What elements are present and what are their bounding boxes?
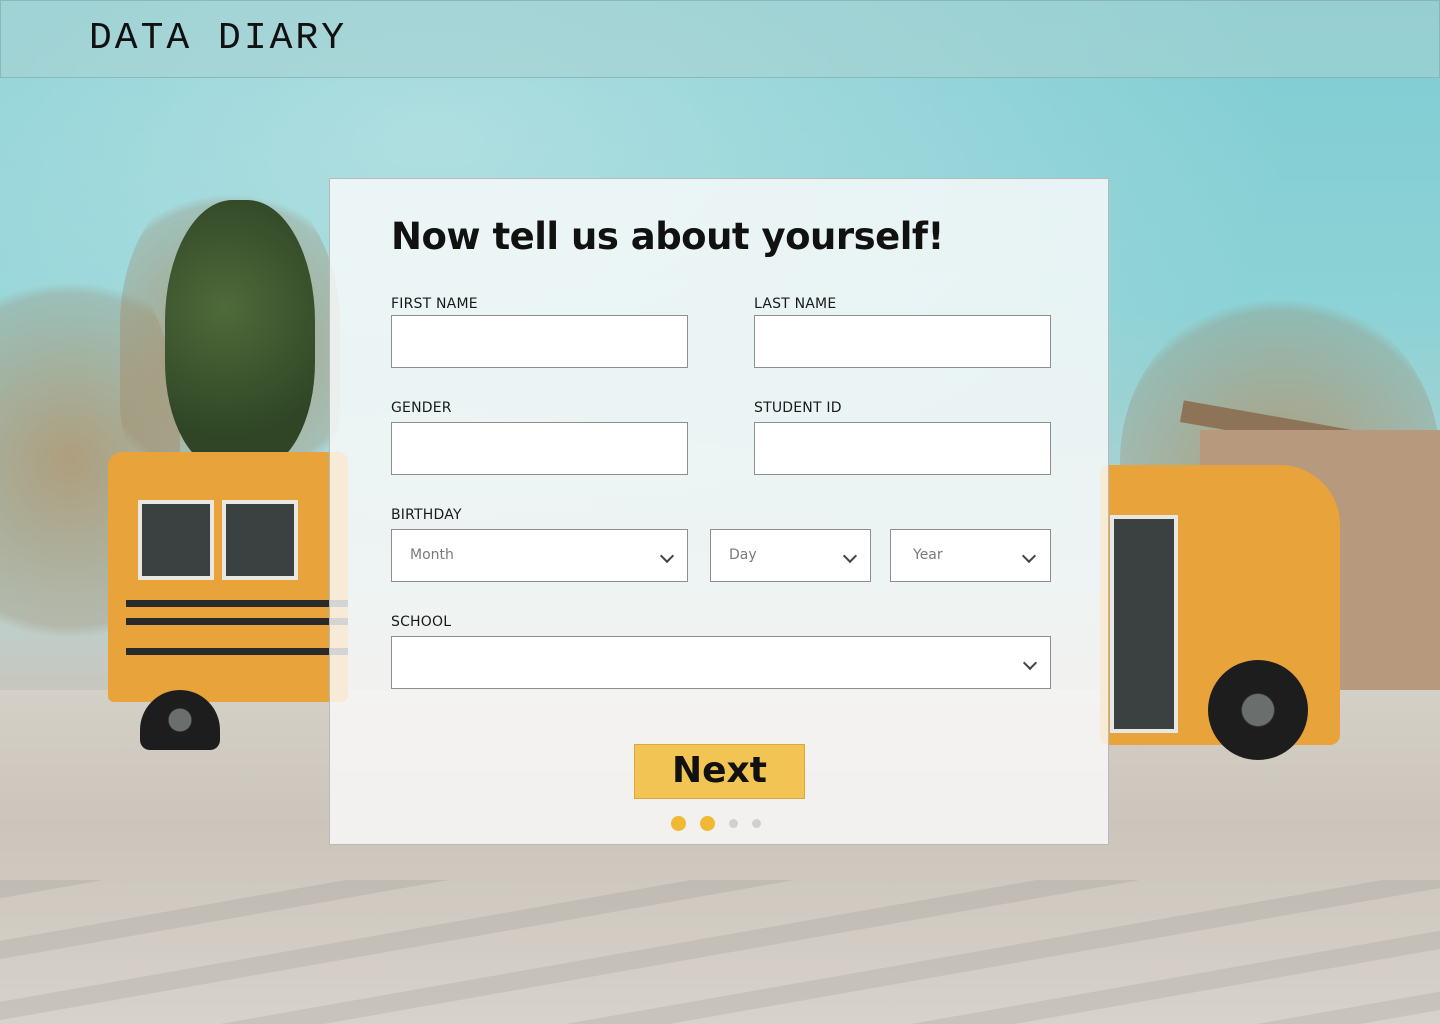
progress-dot-4 — [752, 819, 761, 828]
chevron-down-icon — [842, 548, 858, 564]
first-name-label: FIRST NAME — [391, 296, 478, 312]
progress-dot-3 — [729, 819, 738, 828]
school-select[interactable] — [391, 636, 1051, 689]
birthday-label: BIRTHDAY — [391, 507, 462, 523]
background-photo: DATA DIARY Now tell us about yourself! F… — [0, 0, 1440, 1024]
last-name-label: LAST NAME — [754, 296, 837, 312]
gender-input[interactable] — [391, 422, 688, 475]
progress-dot-2 — [700, 816, 715, 831]
bus-stripe — [126, 618, 348, 625]
bus-stripe — [126, 600, 348, 607]
first-name-input[interactable] — [391, 315, 688, 368]
month-placeholder: Month — [410, 547, 454, 563]
bus-door — [1110, 515, 1178, 733]
birthday-month-select[interactable]: Month — [391, 529, 688, 582]
birthday-day-select[interactable]: Day — [710, 529, 871, 582]
gender-label: GENDER — [391, 400, 452, 416]
day-placeholder: Day — [729, 547, 757, 563]
chevron-down-icon — [1022, 655, 1038, 671]
chevron-down-icon — [659, 548, 675, 564]
progress-dot-1 — [671, 816, 686, 831]
profile-form-card: Now tell us about yourself! FIRST NAME L… — [329, 178, 1109, 845]
chevron-down-icon — [1021, 548, 1037, 564]
brand-logo[interactable]: DATA DIARY — [89, 17, 347, 60]
top-bar: DATA DIARY — [0, 0, 1440, 78]
year-placeholder: Year — [913, 547, 943, 563]
next-button[interactable]: Next — [634, 744, 805, 799]
student-id-label: STUDENT ID — [754, 400, 842, 416]
bus-window — [138, 500, 214, 580]
last-name-input[interactable] — [754, 315, 1051, 368]
student-id-input[interactable] — [754, 422, 1051, 475]
pine-tree — [165, 200, 315, 470]
form-heading: Now tell us about yourself! — [391, 215, 944, 258]
bus-wheel — [1208, 660, 1308, 760]
bus-stripe — [126, 648, 348, 655]
school-label: SCHOOL — [391, 614, 452, 630]
ground-shadows — [0, 880, 1440, 1024]
birthday-year-select[interactable]: Year — [890, 529, 1051, 582]
bus-window — [222, 500, 298, 580]
